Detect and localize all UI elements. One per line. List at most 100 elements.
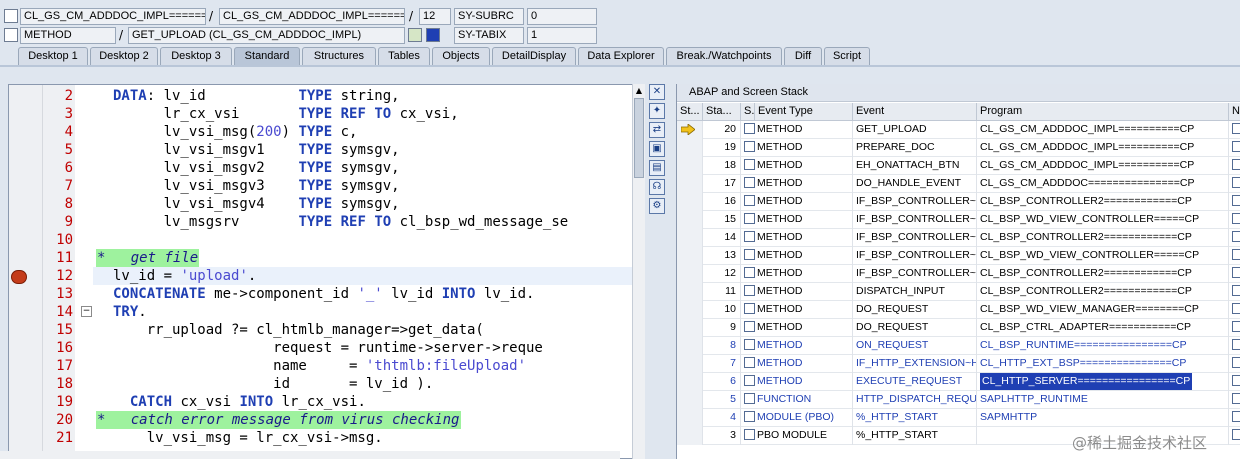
col-event-type[interactable]: Event Type xyxy=(755,103,853,121)
code-line[interactable]: * catch error message from virus checkin… xyxy=(97,411,459,429)
collapse-icon[interactable]: − xyxy=(81,306,92,317)
tab-script[interactable]: Script xyxy=(824,47,870,65)
editor-scrollbar[interactable]: ▲ xyxy=(632,84,645,459)
tab-desktop-2[interactable]: Desktop 2 xyxy=(90,47,158,65)
event-type-cell: METHOD xyxy=(741,319,853,337)
tab-standard[interactable]: Standard xyxy=(234,47,300,65)
method-icon xyxy=(744,158,755,170)
name-cell xyxy=(1229,319,1240,337)
event-type-cell: FUNCTION xyxy=(741,391,853,409)
code-line[interactable]: lv_vsi_msgv3 TYPE symsgv, xyxy=(113,177,400,195)
keyword: TO xyxy=(374,214,392,230)
tab-diff[interactable]: Diff xyxy=(784,47,822,65)
tab-structures[interactable]: Structures xyxy=(302,47,376,65)
new-tool-icon[interactable]: ✦ xyxy=(649,103,665,119)
code-line[interactable]: lv_vsi_msg = lr_cx_vsi->msg. xyxy=(113,429,383,447)
stack-row[interactable]: 6 METHOD EXECUTE_REQUEST CL_HTTP_SERVER====… xyxy=(677,373,1240,391)
line-number-field[interactable]: 12 xyxy=(419,8,451,25)
tab-desktop-1[interactable]: Desktop 1 xyxy=(18,47,88,65)
code-line[interactable]: name = 'thtmlb:fileUpload' xyxy=(113,357,526,375)
program-cell: CL_GS_CM_ADDDOC_IMPL==========CP xyxy=(977,139,1229,157)
event-type-cell: METHOD xyxy=(741,211,853,229)
method-name-field[interactable]: GET_UPLOAD (CL_GS_CM_ADDDOC_IMPL) xyxy=(128,27,405,44)
program-cell: CL_BSP_WD_VIEW_CONTROLLER=====CP xyxy=(977,247,1229,265)
split-icon[interactable]: ▤ xyxy=(649,160,665,176)
sy-subrc-value[interactable]: 0 xyxy=(527,8,597,25)
stack-row[interactable]: 17 METHOD DO_HANDLE_EVENT CL_GS_CM_ADDDOC==… xyxy=(677,175,1240,193)
stack-row[interactable]: 20 METHOD GET_UPLOAD CL_GS_CM_ADDDOC_IMPL==… xyxy=(677,121,1240,139)
code-line[interactable]: TRY. xyxy=(113,303,147,321)
tab-objects[interactable]: Objects xyxy=(432,47,490,65)
code-line[interactable]: id = lv_id ). xyxy=(113,375,433,393)
code-line[interactable]: request = runtime->server->reque xyxy=(113,339,543,357)
swap-tool-icon[interactable]: ⇄ xyxy=(649,122,665,138)
code-line[interactable]: DATA: lv_id TYPE string, xyxy=(113,87,400,105)
stack-row[interactable]: 8 METHOD ON_REQUEST CL_BSP_RUNTIME=========… xyxy=(677,337,1240,355)
col-status[interactable]: St... xyxy=(677,103,703,121)
program-field-1[interactable]: CL_GS_CM_ADDDOC_IMPL========== xyxy=(20,8,206,25)
stack-row[interactable]: 4 MODULE (PBO) %_HTTP_START SAPMHTTP xyxy=(677,409,1240,427)
program-text: CL_BSP_CONTROLLER2============CP xyxy=(980,267,1192,279)
program-field-2[interactable]: CL_GS_CM_ADDDOC_IMPL========== xyxy=(219,8,405,25)
tab-desktop-3[interactable]: Desktop 3 xyxy=(160,47,232,65)
sy-tabix-value[interactable]: 1 xyxy=(527,27,597,44)
col-program[interactable]: Program xyxy=(977,103,1229,121)
stack-row[interactable]: 13 METHOD IF_BSP_CONTROLLER~H...CL_BSP_WD_… xyxy=(677,247,1240,265)
service-icon[interactable]: ☊ xyxy=(649,179,665,195)
col-event[interactable]: Event xyxy=(853,103,977,121)
col-s[interactable]: S... xyxy=(741,103,755,121)
line-number: 5 xyxy=(64,142,73,158)
event-type-text: METHOD xyxy=(757,249,803,261)
code-line[interactable]: rr_upload ?= cl_htmlb_manager=>get_data( xyxy=(113,321,484,339)
maximize-icon[interactable]: ▣ xyxy=(649,141,665,157)
method-icon xyxy=(744,122,755,134)
code-line[interactable]: * get file xyxy=(97,249,198,267)
source-editor[interactable]: 2 3 4 5 6 7 8 9 10 11 12 13 14 15 16 17 18 19 20 21 DATA: l… xyxy=(8,84,644,459)
col-name[interactable]: Na xyxy=(1229,103,1240,121)
code-area[interactable]: DATA: lv_id TYPE string, lr_cx_vsi TYPE … xyxy=(93,85,643,458)
code-line[interactable]: lv_vsi_msgv2 TYPE symsgv, xyxy=(113,159,400,177)
event-type-cell: METHOD xyxy=(741,121,853,139)
stack-row[interactable]: 18 METHOD EH_ONATTACH_BTN CL_GS_CM_ADDDOC_I… xyxy=(677,157,1240,175)
code-line[interactable]: lv_msgsrv TYPE REF TO cl_bsp_wd_message_… xyxy=(113,213,569,231)
code-line[interactable]: CONCATENATE me->component_id '_' lv_id I… xyxy=(113,285,534,303)
event-cell: GET_UPLOAD xyxy=(853,121,977,139)
watermark: @稀土掘金技术社区 xyxy=(1072,434,1208,452)
stack-row[interactable]: 15 METHOD IF_BSP_CONTROLLER~H...CL_BSP_WD_… xyxy=(677,211,1240,229)
stack-row[interactable]: 16 METHOD IF_BSP_CONTROLLER~H...CL_BSP_CON… xyxy=(677,193,1240,211)
navigate-icon[interactable] xyxy=(408,28,422,42)
stack-row[interactable]: 7 METHOD IF_HTTP_EXTENSION~H... CL_HTTP_EXT… xyxy=(677,355,1240,373)
code-line[interactable]: lv_id = 'upload'. xyxy=(113,267,256,285)
status-cell xyxy=(677,247,703,265)
editor-hscrollbar[interactable] xyxy=(0,451,620,459)
stack-row[interactable]: 19 METHOD PREPARE_DOC CL_GS_CM_ADDDOC_IMPL=… xyxy=(677,139,1240,157)
event-type-field[interactable]: METHOD xyxy=(20,27,116,44)
tab-data-explorer[interactable]: Data Explorer xyxy=(578,47,664,65)
settings-icon[interactable]: ⚙ xyxy=(649,198,665,214)
stack-row[interactable]: 5 FUNCTION HTTP_DISPATCH_REQU... SAPLHTTP_R… xyxy=(677,391,1240,409)
code-line[interactable]: lv_vsi_msg(200) TYPE c, xyxy=(113,123,358,141)
code-line[interactable]: lv_vsi_msgv1 TYPE symsgv, xyxy=(113,141,400,159)
event-type-text: METHOD xyxy=(757,321,803,333)
stack-row[interactable]: 11 METHOD DISPATCH_INPUT CL_BSP_CONTROLLER2… xyxy=(677,283,1240,301)
col-stack-level[interactable]: Sta... xyxy=(703,103,741,121)
tab-tables[interactable]: Tables xyxy=(378,47,430,65)
scroll-thumb[interactable] xyxy=(634,98,644,178)
code-line[interactable]: lv_vsi_msgv4 TYPE symsgv, xyxy=(113,195,400,213)
tab-detail-display[interactable]: DetailDisplay xyxy=(492,47,576,65)
code-line[interactable]: CATCH cx_vsi INTO lr_cx_vsi. xyxy=(113,393,366,411)
event-cell: ON_REQUEST xyxy=(853,337,977,355)
stack-panel: ABAP and Screen Stack St... Sta... S... … xyxy=(676,84,1240,459)
breakpoint-icon[interactable] xyxy=(11,270,27,284)
code-line[interactable]: lr_cx_vsi TYPE REF TO cx_vsi, xyxy=(113,105,459,123)
stack-row[interactable]: 14 METHOD IF_BSP_CONTROLLER~H...CL_BSP_CON… xyxy=(677,229,1240,247)
stack-row[interactable]: 9 METHOD DO_REQUEST CL_BSP_CTRL_ADAPTER====… xyxy=(677,319,1240,337)
info-icon[interactable] xyxy=(426,28,440,42)
scroll-up-icon[interactable]: ▲ xyxy=(634,86,644,96)
stack-row[interactable]: 10 METHOD DO_REQUEST CL_BSP_WD_VIEW_MANAGER… xyxy=(677,301,1240,319)
stack-row[interactable]: 12 METHOD IF_BSP_CONTROLLER~H...CL_BSP_CON… xyxy=(677,265,1240,283)
close-icon[interactable]: ✕ xyxy=(649,84,665,100)
name-cell xyxy=(1229,157,1240,175)
tab-break-watchpoints[interactable]: Break./Watchpoints xyxy=(666,47,782,65)
status-cell xyxy=(677,175,703,193)
